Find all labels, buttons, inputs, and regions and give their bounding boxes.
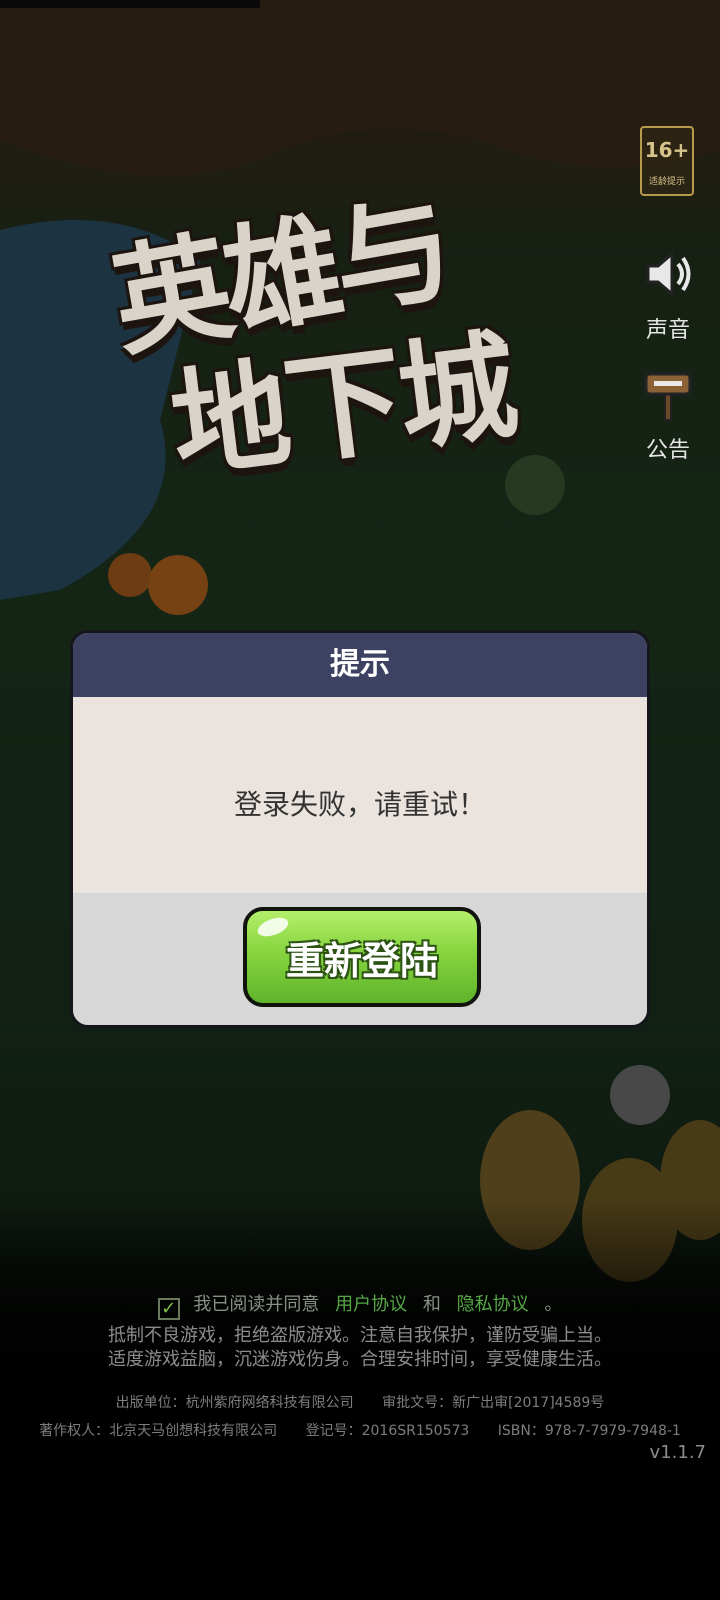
user-agreement-link[interactable]: 用户协议 bbox=[335, 1294, 407, 1315]
notice-label: 公告 bbox=[645, 438, 690, 463]
privacy-agreement-link[interactable]: 隐私协议 bbox=[457, 1294, 529, 1315]
alert-dialog: 提示 登录失败，请重试！ 重新登陆 bbox=[70, 630, 650, 1028]
agreement-suffix: 。 bbox=[544, 1294, 563, 1315]
game-logo: 英雄与 地下城 bbox=[100, 120, 620, 496]
relogin-button-label: 重新登陆 bbox=[285, 938, 438, 983]
age-rating-label: 适龄提示 bbox=[648, 177, 685, 187]
agreement-and: 和 bbox=[422, 1294, 441, 1315]
sound-label: 声音 bbox=[645, 318, 690, 343]
agreement-prefix: 我已阅读并同意 bbox=[193, 1294, 320, 1315]
publisher-text: 出版单位：杭州紫府网络科技有限公司 bbox=[115, 1395, 354, 1411]
age-rating-value: 16+ bbox=[644, 138, 690, 162]
age-rating-badge[interactable]: 16+ 适龄提示 bbox=[640, 126, 694, 196]
relogin-button[interactable]: 重新登陆 bbox=[243, 907, 481, 1007]
credits-row-1: 出版单位：杭州紫府网络科技有限公司 审批文号：新广出审[2017]4589号 bbox=[0, 1392, 720, 1412]
health-notice-line-2: 适度游戏益脑，沉迷游戏伤身。合理安排时间，享受健康生活。 bbox=[108, 1349, 612, 1370]
isbn-text: ISBN：978-7-7979-7948-1 bbox=[497, 1423, 681, 1439]
sound-button[interactable]: 声音 bbox=[630, 246, 706, 344]
version-label: v1.1.7 bbox=[649, 1442, 706, 1463]
health-notice-line-1: 抵制不良游戏，拒绝盗版游戏。注意自我保护，谨防受骗上当。 bbox=[108, 1325, 612, 1346]
dialog-title: 提示 bbox=[73, 633, 647, 697]
credits-row-2: 著作权人：北京天马创想科技有限公司 登记号：2016SR150573 ISBN：… bbox=[0, 1420, 720, 1440]
speaker-icon bbox=[646, 250, 691, 298]
dialog-footer: 重新登陆 bbox=[73, 893, 647, 1025]
status-strip bbox=[0, 0, 260, 8]
copyright-text: 著作权人：北京天马创想科技有限公司 bbox=[39, 1423, 278, 1439]
agreement-row: ✓ 我已阅读并同意 用户协议 和 隐私协议 。 bbox=[0, 1290, 720, 1320]
agreement-checkbox[interactable]: ✓ bbox=[157, 1298, 180, 1320]
health-notice: 抵制不良游戏，拒绝盗版游戏。注意自我保护，谨防受骗上当。 适度游戏益脑，沉迷游戏… bbox=[0, 1324, 720, 1372]
dialog-message: 登录失败，请重试！ bbox=[73, 697, 647, 893]
approval-text: 审批文号：新广出审[2017]4589号 bbox=[382, 1395, 605, 1411]
notice-button[interactable]: 公告 bbox=[630, 366, 706, 464]
registration-text: 登记号：2016SR150573 bbox=[305, 1423, 470, 1439]
signpost-icon bbox=[644, 372, 692, 421]
